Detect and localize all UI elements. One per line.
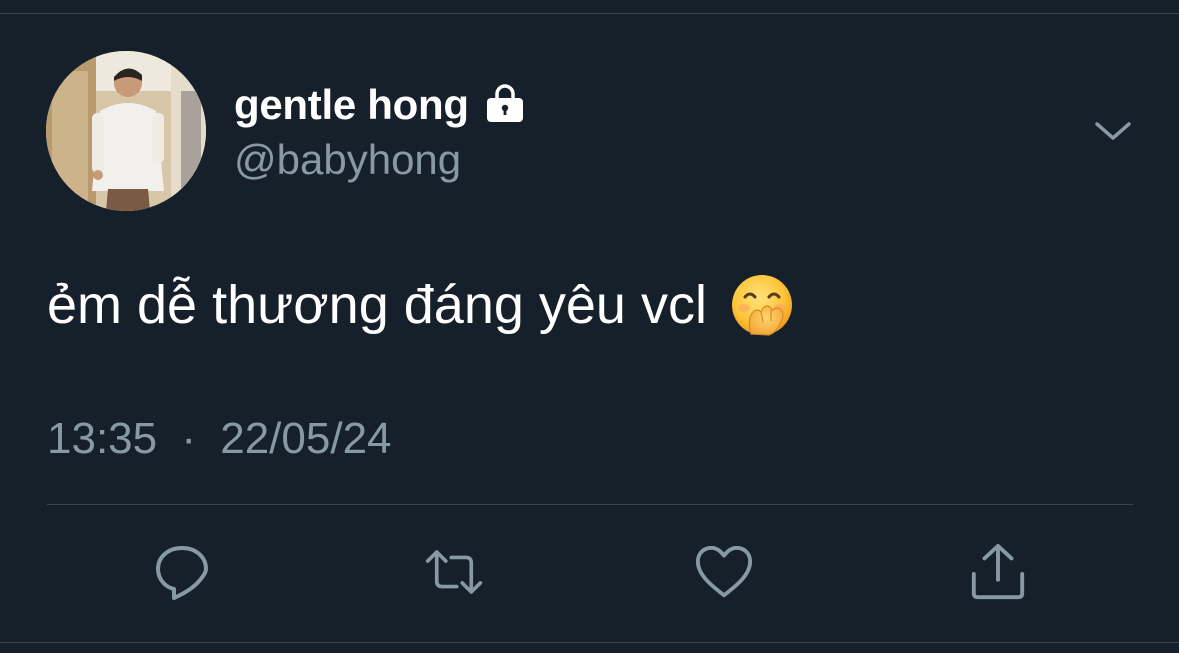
retweet-icon: [425, 550, 483, 594]
heart-icon: [695, 545, 753, 598]
tweet-text: ẻm dễ thương đáng yêu vcl: [47, 275, 707, 335]
timestamp[interactable]: 13:35 · 22/05/24: [47, 414, 392, 464]
retweet-button[interactable]: [424, 542, 484, 602]
face-with-hand-over-mouth-emoji: [729, 272, 795, 338]
tweet-time: 13:35: [47, 414, 158, 463]
chevron-down-icon[interactable]: [1094, 116, 1132, 146]
display-name[interactable]: gentle hong: [234, 81, 469, 129]
avatar[interactable]: [46, 51, 206, 211]
user-handle[interactable]: @babyhong: [234, 136, 461, 184]
lock-icon: [483, 81, 527, 125]
share-button[interactable]: [968, 542, 1028, 602]
bottom-divider: [0, 642, 1179, 643]
tweet-body: ẻm dễ thương đáng yêu vcl: [47, 272, 795, 338]
timestamp-separator: ·: [181, 414, 196, 463]
display-name-row: gentle hong: [234, 80, 527, 130]
reply-button[interactable]: [152, 542, 212, 602]
share-icon: [971, 543, 1025, 600]
actions-divider: [47, 504, 1133, 505]
tweet-date: 22/05/24: [220, 414, 392, 463]
top-divider: [0, 13, 1179, 14]
reply-icon: [156, 546, 208, 600]
like-button[interactable]: [694, 542, 754, 602]
avatar-photo: [46, 51, 206, 211]
